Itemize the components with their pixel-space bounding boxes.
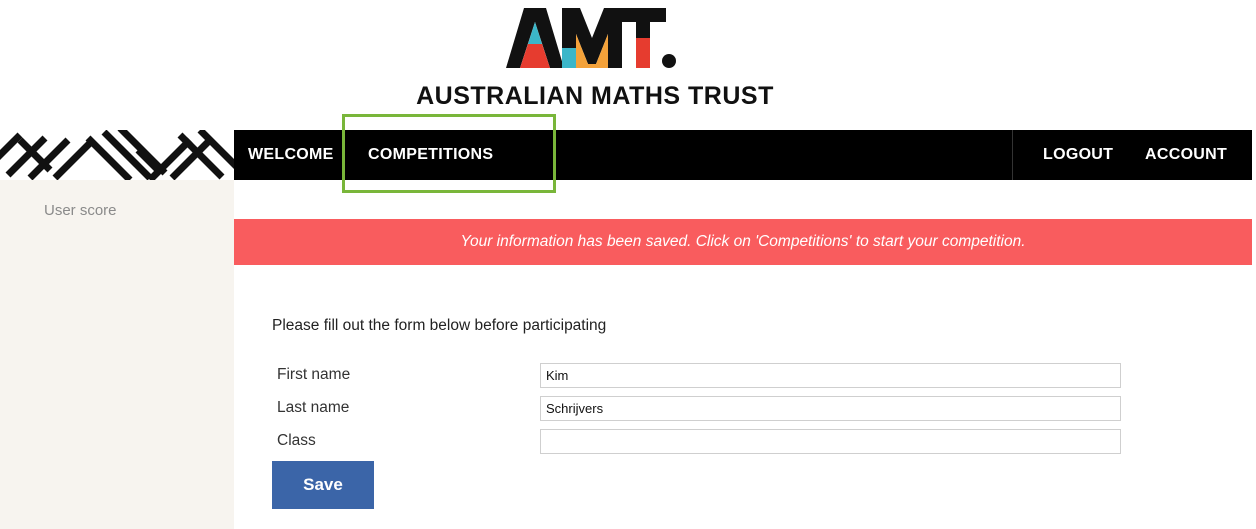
first-name-field[interactable] bbox=[540, 363, 1121, 388]
last-name-field[interactable] bbox=[540, 396, 1121, 421]
sidebar: User score bbox=[0, 180, 234, 529]
main-nav: WELCOME COMPETITIONS LOGOUT ACCOUNT bbox=[234, 130, 1252, 180]
nav-divider bbox=[1012, 130, 1013, 180]
decorative-pattern bbox=[0, 130, 234, 180]
first-name-label: First name bbox=[277, 366, 351, 383]
last-name-label: Last name bbox=[277, 399, 350, 416]
nav-logout[interactable]: LOGOUT bbox=[1043, 130, 1113, 180]
nav-competitions[interactable]: COMPETITIONS bbox=[368, 130, 493, 180]
class-label: Class bbox=[277, 432, 316, 449]
class-field[interactable] bbox=[540, 429, 1121, 454]
nav-welcome[interactable]: WELCOME bbox=[248, 130, 334, 180]
sidebar-item-user-score[interactable]: User score bbox=[44, 202, 117, 219]
amt-logo bbox=[506, 8, 676, 68]
org-name: AUSTRALIAN MATHS TRUST bbox=[416, 82, 774, 110]
success-banner: Your information has been saved. Click o… bbox=[234, 219, 1252, 265]
save-button[interactable]: Save bbox=[272, 461, 374, 509]
site-header: AUSTRALIAN MATHS TRUST bbox=[0, 0, 1256, 125]
form-intro: Please fill out the form below before pa… bbox=[272, 317, 607, 334]
nav-account[interactable]: ACCOUNT bbox=[1145, 130, 1227, 180]
